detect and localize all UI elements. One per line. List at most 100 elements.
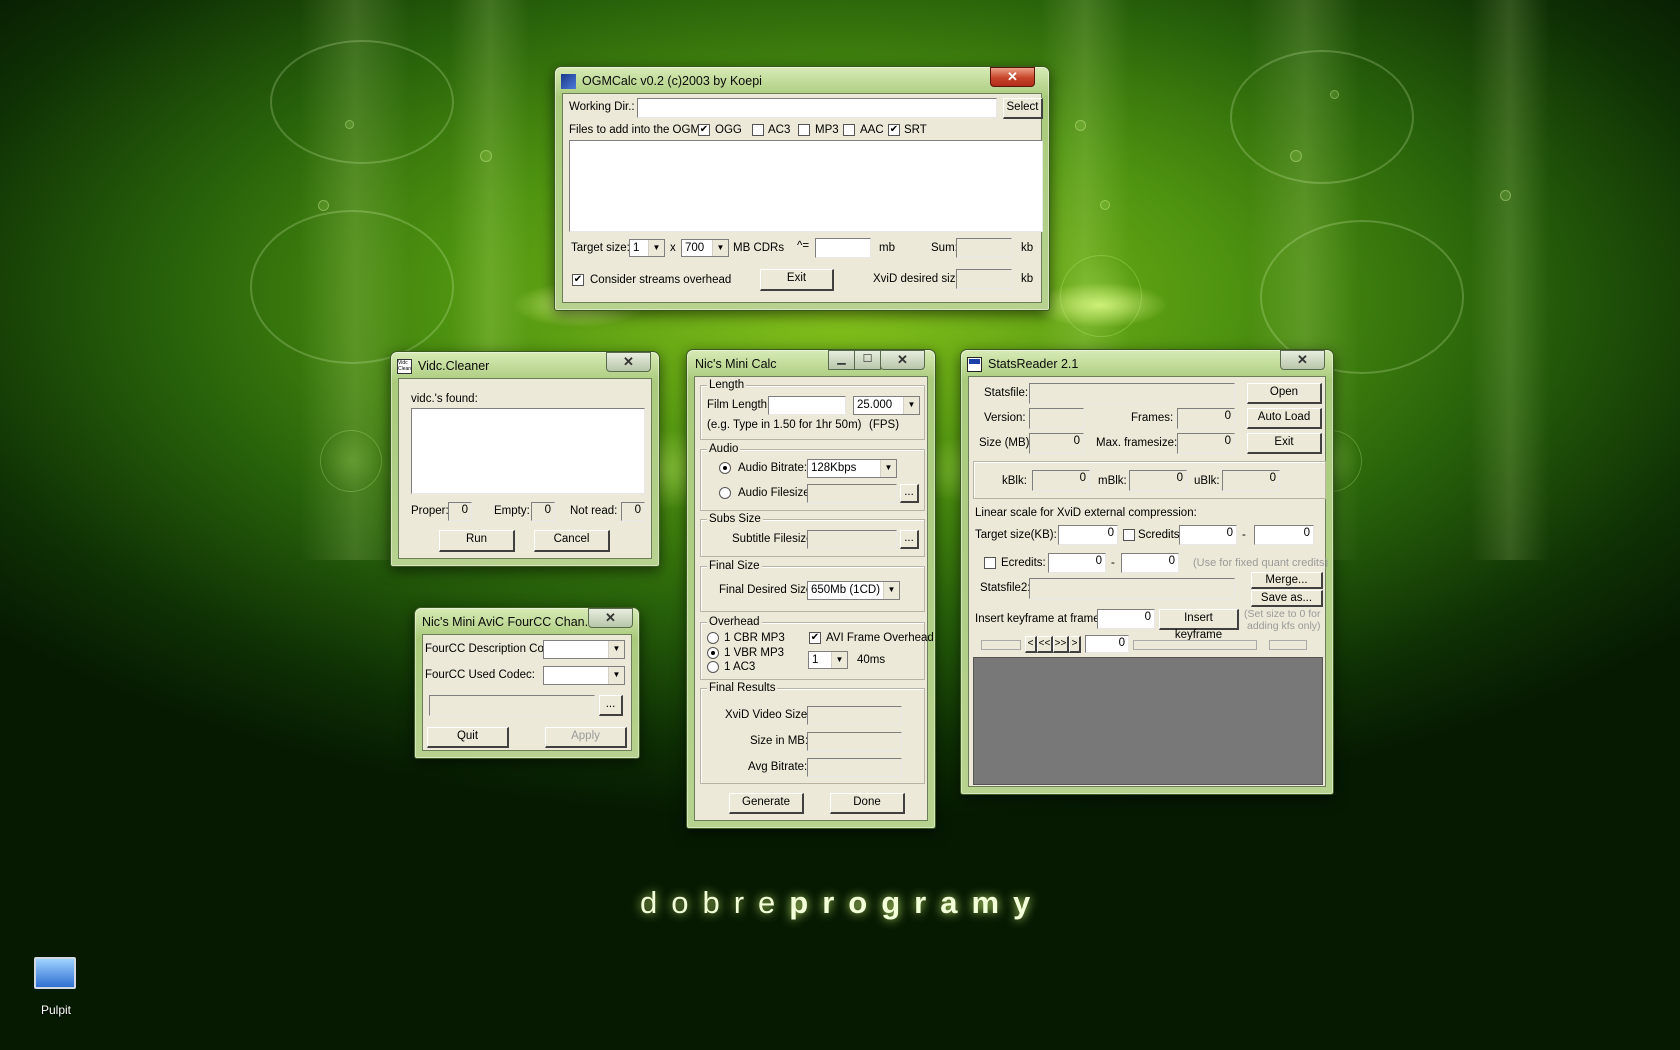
exit-button[interactable]: Exit: [760, 269, 834, 291]
brand-light-text: dobre: [640, 885, 790, 920]
ogmcalc-titlebar[interactable]: OGMCalc v0.2 (c)2003 by Koepi ✕: [561, 67, 1043, 93]
avi-overhead-checkbox[interactable]: ✔: [809, 632, 821, 644]
fps-value: 25.000: [857, 399, 893, 411]
fourcc-titlebar[interactable]: Nic's Mini AviC FourCC Chan... ✕: [421, 608, 633, 634]
cd-size-select[interactable]: 700 ▼: [681, 239, 729, 257]
last-frame-button[interactable]: >: [1069, 636, 1081, 653]
frames-field: 0: [1177, 408, 1235, 429]
ac3-radio[interactable]: [707, 661, 719, 673]
audio-bitrate-radio[interactable]: [719, 462, 731, 474]
scredits-from-input[interactable]: 0: [1179, 525, 1237, 545]
length-group-title: Length: [707, 378, 747, 392]
target-mb-input[interactable]: [815, 238, 871, 258]
stats-titlebar[interactable]: StatsReader 2.1 ✕: [967, 350, 1327, 376]
ecredits-from-input[interactable]: 0: [1048, 553, 1106, 573]
browse-button[interactable]: ...: [599, 695, 623, 716]
target-size-input[interactable]: 0: [1058, 525, 1118, 545]
frame-scrollbar-right[interactable]: [1133, 640, 1257, 650]
scredits-checkbox[interactable]: [1123, 529, 1135, 541]
stats-app-icon: [967, 357, 982, 372]
working-dir-input[interactable]: [637, 98, 997, 118]
stats-icon-bar: [969, 359, 980, 364]
desktop-icon-pulpit[interactable]: Pulpit: [28, 955, 84, 1017]
ac3-checkbox[interactable]: [752, 124, 764, 136]
apply-button[interactable]: Apply: [545, 727, 627, 748]
frames-value: 1: [812, 654, 819, 666]
close-button[interactable]: ✕: [880, 350, 925, 370]
prev-frame-button[interactable]: <<: [1037, 636, 1053, 653]
audio-bitrate-select[interactable]: 128Kbps ▼: [807, 459, 897, 478]
files-listbox[interactable]: [569, 140, 1043, 232]
ecredits-to-input[interactable]: 0: [1121, 553, 1179, 573]
ecredits-checkbox[interactable]: [984, 557, 996, 569]
vidc-client: vidc.'s found: Proper: 0 Empty: 0 Not re…: [398, 378, 652, 559]
close-button[interactable]: ✕: [1280, 350, 1325, 370]
run-button[interactable]: Run: [439, 530, 515, 552]
close-button[interactable]: ✕: [990, 67, 1035, 87]
audio-filesize-label: Audio Filesize:: [738, 487, 813, 499]
auto-load-button[interactable]: Auto Load: [1247, 408, 1322, 429]
cancel-button[interactable]: Cancel: [534, 530, 610, 552]
files-label: Files to add into the OGM:: [569, 124, 704, 136]
insert-keyframe-button[interactable]: Insert keyframe: [1159, 609, 1239, 641]
srt-checkbox[interactable]: ✔: [888, 124, 900, 136]
insert-frame-input[interactable]: 0: [1097, 609, 1155, 629]
merge-button[interactable]: Merge...: [1251, 572, 1323, 589]
audio-filesize-radio[interactable]: [719, 487, 731, 499]
minimize-button[interactable]: ▁: [828, 350, 855, 370]
statsfile2-field: [1029, 578, 1235, 599]
vidc-app-icon: Vidc Clean: [397, 359, 412, 374]
aac-checkbox[interactable]: [843, 124, 855, 136]
consider-overhead-checkbox[interactable]: ✔: [572, 274, 584, 286]
ogg-checkbox[interactable]: ✔: [698, 124, 710, 136]
fps-select[interactable]: 25.000 ▼: [853, 396, 920, 415]
scredits-to-input[interactable]: 0: [1254, 525, 1314, 545]
film-length-input[interactable]: [768, 396, 846, 415]
open-button[interactable]: Open: [1247, 383, 1322, 404]
frames-select[interactable]: 1 ▼: [808, 651, 848, 669]
bubble-decoration: [318, 200, 329, 211]
close-button[interactable]: ✕: [588, 608, 633, 628]
cbr-mp3-radio[interactable]: [707, 632, 719, 644]
graph-area: [973, 657, 1323, 785]
overhead-group-title: Overhead: [707, 615, 762, 629]
close-button[interactable]: ✕: [606, 352, 651, 372]
save-as-button[interactable]: Save as...: [1251, 590, 1323, 607]
select-button[interactable]: Select: [1003, 98, 1043, 119]
vidc-found-listbox[interactable]: [411, 408, 645, 494]
frame-scrollbar-left[interactable]: [981, 640, 1021, 650]
generate-button[interactable]: Generate: [729, 793, 804, 814]
mini-calc-client: Length Film Length: 25.000 ▼ (e.g. Type …: [694, 376, 934, 821]
cd-size-value: 700: [685, 242, 705, 254]
bubble-decoration: [1060, 255, 1142, 337]
avg-bitrate-field: [807, 758, 902, 777]
maximize-button[interactable]: ☐: [854, 350, 881, 370]
frames-label: Frames:: [1131, 412, 1174, 424]
mini-calc-titlebar[interactable]: Nic's Mini Calc ▁ ☐ ✕: [693, 350, 929, 376]
final-desired-select[interactable]: 650Mb (1CD) ▼: [807, 581, 900, 600]
audio-browse-button[interactable]: ...: [900, 484, 919, 503]
sum-label: Sum:: [931, 242, 958, 254]
chevron-down-icon: ▼: [903, 397, 919, 414]
cbr-mp3-label: 1 CBR MP3: [724, 632, 785, 644]
quit-button[interactable]: Quit: [427, 727, 509, 748]
insert-keyframe-label: Insert keyframe at frame:: [975, 613, 1103, 625]
done-button[interactable]: Done: [830, 793, 905, 814]
window-title: StatsReader 2.1: [988, 357, 1079, 371]
mp3-checkbox[interactable]: [798, 124, 810, 136]
fourcc-desc-select[interactable]: ▼: [543, 640, 625, 659]
frame-scrollbar-end[interactable]: [1269, 640, 1307, 650]
first-frame-button[interactable]: <: [1025, 636, 1037, 653]
max-framesize-field: 0: [1177, 433, 1235, 454]
target-count-select[interactable]: 1 ▼: [629, 239, 665, 257]
vbr-mp3-radio[interactable]: [707, 647, 719, 659]
exit-button[interactable]: Exit: [1247, 433, 1322, 454]
vidc-titlebar[interactable]: Vidc Clean Vidc.Cleaner ✕: [397, 352, 653, 378]
fourcc-used-select[interactable]: ▼: [543, 666, 625, 685]
statsfile2-label: Statsfile2:: [980, 582, 1031, 594]
next-frame-button[interactable]: >>: [1053, 636, 1069, 653]
subtitle-browse-button[interactable]: ...: [900, 530, 919, 549]
ac3-label: AC3: [768, 124, 791, 136]
ogmcalc-client: Working Dir.: Select Files to add into t…: [562, 93, 1043, 303]
current-frame-input[interactable]: 0: [1085, 635, 1129, 653]
